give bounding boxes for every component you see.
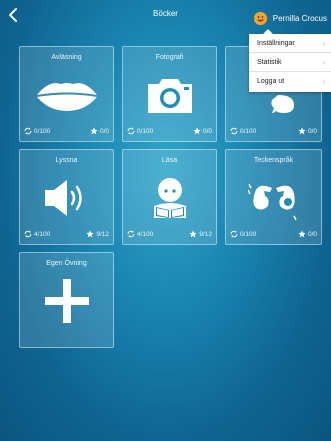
repeat-icon: [230, 230, 238, 238]
star-icon: [90, 127, 98, 135]
menu-item-logga-ut[interactable]: Logga ut ›: [249, 72, 331, 91]
stars-count: 0/0: [307, 127, 317, 135]
star-icon: [298, 230, 306, 238]
plus-icon: [44, 279, 89, 323]
tile-label: Avläsning: [51, 54, 82, 61]
progress-count: 0/100: [240, 127, 257, 135]
camera-icon: [147, 79, 192, 113]
progress-count: 4/100: [34, 230, 51, 238]
tile-egen-ovning[interactable]: Egen Övning: [19, 252, 114, 348]
tile-label: Teckenspråk: [253, 157, 294, 164]
star-icon: [86, 230, 94, 238]
tile-avlasning[interactable]: Avläsning 0/100 0/0: [19, 46, 114, 142]
progress-count: 0/100: [240, 230, 257, 238]
chevron-right-icon: ›: [322, 39, 325, 48]
tile-label: Läsa: [161, 157, 178, 164]
menu-item-installningar[interactable]: Inställningar ›: [249, 34, 331, 53]
lips-icon: [36, 83, 97, 111]
menu-item-statistik[interactable]: Statistik ›: [249, 53, 331, 72]
progress-count: 4/100: [137, 230, 154, 238]
repeat-icon: [24, 230, 32, 238]
tile-stats: 0/100 0/0: [24, 126, 109, 136]
tile-teckensprak[interactable]: Teckenspråk 0/100 0/0: [225, 149, 322, 245]
user-menu-button[interactable]: Pernilla Crocus: [253, 11, 327, 25]
user-dropdown-menu: Inställningar › Statistik › Logga ut ›: [249, 34, 331, 92]
smiley-icon: [253, 11, 267, 25]
star-icon: [189, 230, 197, 238]
stars-count: 0/0: [202, 127, 212, 135]
tile-stats: 0/100 0/0: [230, 229, 317, 239]
stars-count: 9/12: [96, 230, 109, 238]
stars-count: 0/0: [307, 230, 317, 238]
top-bar: Böcker Pernilla Crocus: [0, 0, 331, 28]
repeat-icon: [127, 230, 135, 238]
tile-lasa[interactable]: Läsa 4/100 9/12: [122, 149, 217, 245]
star-icon: [193, 127, 201, 135]
stars-count: 0/0: [99, 127, 109, 135]
tile-stats: 0/100 0/0: [230, 126, 317, 136]
tile-label: Egen Övning: [46, 260, 87, 267]
menu-item-label: Inställningar: [257, 40, 295, 47]
star-icon: [298, 127, 306, 135]
sign-language-icon: [247, 183, 297, 220]
stars-count: 9/12: [199, 230, 212, 238]
repeat-icon: [127, 127, 135, 135]
progress-count: 0/100: [34, 127, 51, 135]
tile-lyssna[interactable]: Lyssna 4/100 9/12: [19, 149, 114, 245]
chevron-right-icon: ›: [322, 77, 325, 86]
reading-child-icon: [153, 178, 186, 218]
chevron-right-icon: ›: [322, 58, 325, 67]
tile-stats: 4/100 9/12: [24, 229, 109, 239]
tile-stats: 0/100 0/0: [127, 126, 212, 136]
menu-item-label: Logga ut: [257, 78, 285, 85]
tile-fotografi[interactable]: Fotografi 0/100 0/0: [122, 46, 217, 142]
user-name: Pernilla Crocus: [272, 13, 327, 23]
menu-item-label: Statistik: [257, 59, 282, 66]
tile-stats: 4/100 9/12: [127, 229, 212, 239]
repeat-icon: [24, 127, 32, 135]
avatar: [253, 11, 267, 25]
speaker-icon: [44, 180, 82, 216]
progress-count: 0/100: [137, 127, 154, 135]
tile-label: Fotografi: [155, 54, 184, 61]
repeat-icon: [230, 127, 238, 135]
tile-label: Lyssna: [55, 157, 78, 164]
